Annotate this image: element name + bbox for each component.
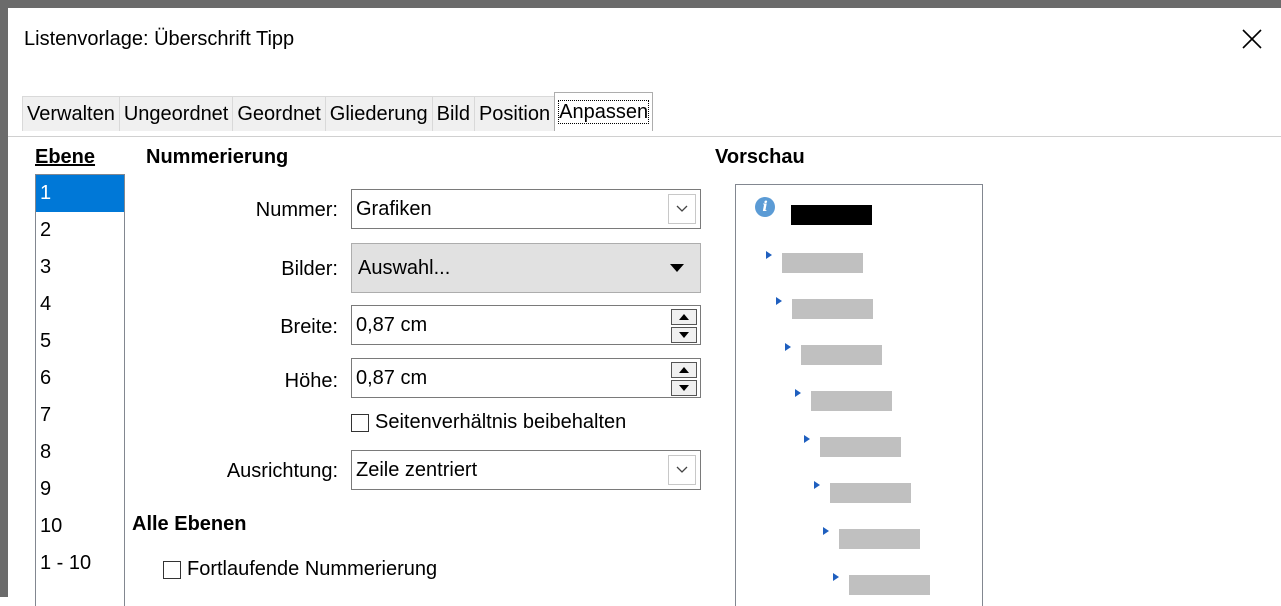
levels-heading: Ebene [35, 146, 95, 169]
preview-bullet-icon [814, 481, 820, 489]
preview-level-1-line [791, 205, 872, 225]
number-select-value: Grafiken [356, 198, 432, 220]
tab-verwalten[interactable]: Verwalten [22, 96, 120, 131]
close-button[interactable] [1241, 28, 1271, 58]
triangle-down-icon [679, 385, 689, 391]
tab-bar: Verwalten Ungeordnet Geordnet Gliederung… [8, 84, 1281, 137]
preview-line [820, 437, 901, 457]
tab-gliederung[interactable]: Gliederung [324, 96, 433, 131]
images-select-value: Auswahl... [358, 257, 451, 279]
alignment-select[interactable]: Zeile zentriert [351, 450, 701, 490]
width-spinbox[interactable]: 0,87 cm [351, 305, 701, 345]
window-frame-top [0, 0, 1281, 8]
level-item[interactable]: 6 [36, 360, 124, 397]
level-item[interactable]: 9 [36, 471, 124, 508]
all-levels-heading: Alle Ebenen [132, 513, 247, 535]
number-label: Nummer: [255, 199, 338, 221]
tab-ungeordnet[interactable]: Ungeordnet [118, 96, 234, 131]
chevron-down-icon[interactable] [668, 455, 696, 485]
width-label: Breite: [280, 316, 338, 338]
window-frame-left [0, 0, 8, 597]
tab-position[interactable]: Position [473, 96, 556, 131]
width-increment-button[interactable] [671, 309, 697, 325]
width-decrement-button[interactable] [671, 327, 697, 343]
info-icon: i [755, 197, 775, 217]
width-value: 0,87 cm [356, 314, 428, 336]
keep-ratio-checkbox[interactable]: Seitenverhältnis beibehalten [351, 411, 626, 434]
dialog-window: Listenvorlage: Überschrift Tipp Verwalte… [8, 8, 1281, 606]
dropdown-triangle-icon [670, 264, 684, 272]
preview-line [839, 529, 920, 549]
tab-bild[interactable]: Bild [431, 96, 475, 131]
images-label: Bilder: [281, 258, 338, 280]
height-spinbox[interactable]: 0,87 cm [351, 358, 701, 398]
preview-bullet-icon [776, 297, 782, 305]
height-label: Höhe: [284, 370, 338, 392]
continuous-numbering-checkbox[interactable]: Fortlaufende Nummerierung [163, 558, 437, 581]
preview-bullet-icon [785, 343, 791, 351]
level-item[interactable]: 1 - 10 [36, 545, 124, 582]
preview-bullet-icon [804, 435, 810, 443]
preview-bullet-icon [823, 527, 829, 535]
number-select[interactable]: Grafiken [351, 189, 701, 229]
preview-line [849, 575, 930, 595]
preview-bullet-icon [795, 389, 801, 397]
level-item[interactable]: 3 [36, 249, 124, 286]
tab-anpassen-label: Anpassen [558, 100, 650, 124]
numbering-heading: Nummerierung [146, 146, 289, 168]
levels-list[interactable]: 1 2 3 4 5 6 7 8 9 10 1 - 10 [35, 174, 125, 606]
level-item[interactable]: 2 [36, 212, 124, 249]
level-item[interactable]: 8 [36, 434, 124, 471]
triangle-up-icon [679, 314, 689, 320]
height-decrement-button[interactable] [671, 380, 697, 396]
preview-heading: Vorschau [715, 146, 805, 168]
preview-bullet-icon [766, 251, 772, 259]
checkbox-box[interactable] [351, 413, 369, 432]
level-item[interactable]: 5 [36, 323, 124, 360]
close-icon [1242, 29, 1262, 49]
level-item[interactable]: 4 [36, 286, 124, 323]
height-increment-button[interactable] [671, 362, 697, 378]
preview-line [830, 483, 911, 503]
level-item[interactable]: 7 [36, 397, 124, 434]
dialog-title: Listenvorlage: Überschrift Tipp [24, 28, 295, 50]
alignment-select-value: Zeile zentriert [356, 459, 478, 481]
preview-line [782, 253, 863, 273]
level-item[interactable]: 10 [36, 508, 124, 545]
tab-geordnet[interactable]: Geordnet [232, 96, 326, 131]
preview-line [792, 299, 873, 319]
preview-panel: i [735, 184, 983, 606]
preview-line [811, 391, 892, 411]
levels-heading-text: Ebene [35, 146, 96, 168]
tab-anpassen[interactable]: Anpassen [554, 92, 654, 131]
checkbox-box[interactable] [163, 560, 181, 579]
preview-line [801, 345, 882, 365]
level-item[interactable]: 1 [36, 175, 124, 212]
triangle-down-icon [679, 332, 689, 338]
height-value: 0,87 cm [356, 367, 428, 389]
images-select-button[interactable]: Auswahl... [351, 243, 701, 293]
alignment-label: Ausrichtung: [226, 460, 338, 482]
chevron-down-icon[interactable] [668, 194, 696, 224]
preview-bullet-icon [833, 573, 839, 581]
continuous-numbering-label: Fortlaufende Nummerierung [187, 558, 438, 580]
triangle-up-icon [679, 367, 689, 373]
keep-ratio-label: Seitenverhältnis beibehalten [375, 411, 627, 433]
